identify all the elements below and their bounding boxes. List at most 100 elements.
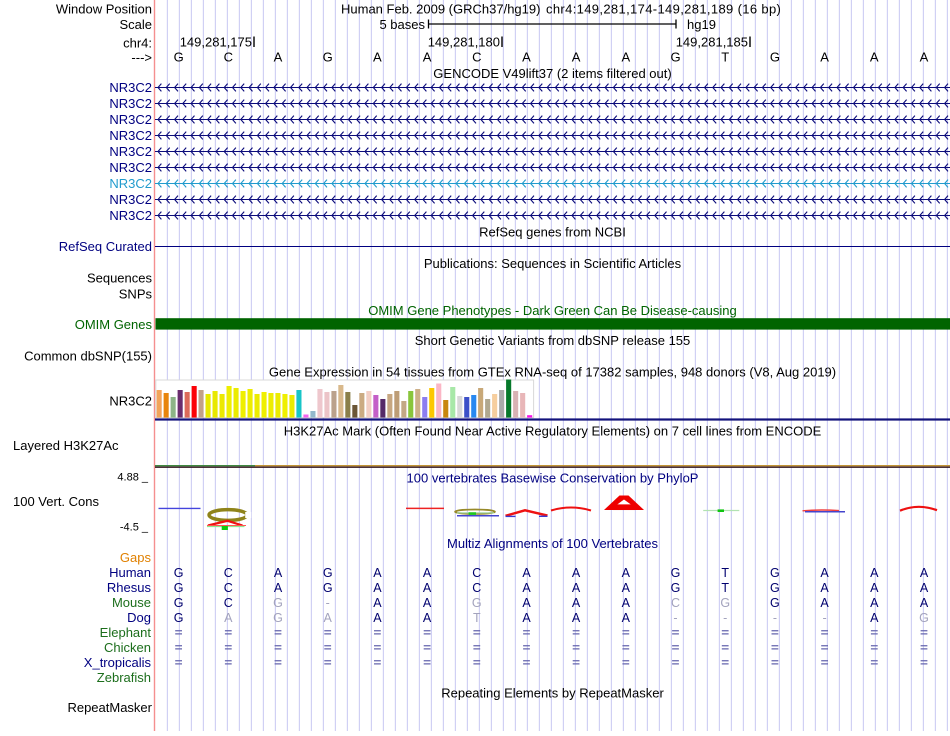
svg-text:C: C [671, 596, 680, 610]
svg-text:T: T [721, 566, 729, 580]
svg-text:G: G [671, 581, 681, 595]
svg-text:G: G [174, 596, 184, 610]
svg-text:A: A [324, 611, 333, 625]
svg-text:NR3C2: NR3C2 [109, 144, 152, 159]
svg-text:C: C [472, 49, 481, 64]
svg-text:100 Vert. Cons: 100 Vert. Cons [13, 494, 99, 509]
svg-text:4.88 _: 4.88 _ [117, 472, 148, 484]
svg-text:X_tropicalis: X_tropicalis [84, 655, 152, 670]
svg-text:Zebrafish: Zebrafish [97, 670, 151, 685]
svg-text:Multiz Alignments of 100 Verte: Multiz Alignments of 100 Vertebrates [447, 536, 659, 551]
svg-text:OMIM Gene Phenotypes - Dark Gr: OMIM Gene Phenotypes - Dark Green Can Be… [368, 303, 737, 318]
svg-text:hg19: hg19 [687, 17, 716, 32]
svg-text:A: A [870, 49, 879, 64]
svg-text:Window Position: Window Position [56, 2, 152, 17]
svg-text:NR3C2: NR3C2 [109, 192, 152, 207]
svg-text:A: A [423, 611, 432, 625]
svg-text:100 vertebrates Basewise Conse: 100 vertebrates Basewise Conservation by… [407, 471, 699, 486]
svg-text:A: A [820, 596, 829, 610]
svg-text:--->: ---> [131, 50, 152, 65]
svg-text:C: C [472, 581, 481, 595]
svg-text:NR3C2: NR3C2 [109, 208, 152, 223]
svg-text:T: T [721, 49, 729, 64]
svg-text:NR3C2: NR3C2 [109, 160, 152, 175]
svg-text:A: A [522, 581, 531, 595]
svg-text:A: A [274, 49, 283, 64]
svg-text:NR3C2: NR3C2 [109, 394, 152, 409]
svg-text:149,281,175: 149,281,175 [180, 35, 252, 50]
svg-text:G: G [174, 581, 184, 595]
svg-text:Scale: Scale [119, 17, 152, 32]
svg-text:A: A [920, 596, 929, 610]
svg-text:A: A [870, 581, 879, 595]
svg-text:A: A [920, 581, 929, 595]
svg-text:5 bases: 5 bases [379, 17, 425, 32]
svg-text:Publications: Sequences in Sci: Publications: Sequences in Scientific Ar… [424, 256, 682, 271]
svg-text:A: A [522, 596, 531, 610]
svg-text:G: G [770, 596, 780, 610]
svg-text:-: - [673, 611, 677, 625]
svg-text:C: C [224, 581, 233, 595]
svg-text:-: - [723, 611, 727, 625]
svg-text:A: A [522, 611, 531, 625]
svg-text:-: - [326, 596, 330, 610]
svg-text:SNPs: SNPs [119, 287, 153, 302]
svg-text:A: A [820, 566, 829, 580]
svg-text:G: G [174, 611, 184, 625]
svg-text:A: A [572, 596, 581, 610]
svg-text:A: A [572, 566, 581, 580]
svg-text:A: A [423, 596, 432, 610]
svg-text:A: A [423, 566, 432, 580]
svg-text:A: A [423, 581, 432, 595]
svg-text:A: A [920, 566, 929, 580]
svg-text:Gene Expression in 54 tissues: Gene Expression in 54 tissues from GTEx … [269, 365, 836, 380]
svg-text:G: G [273, 596, 283, 610]
svg-text:149,281,185: 149,281,185 [676, 35, 748, 50]
svg-text:A: A [224, 611, 233, 625]
svg-text:A: A [373, 49, 382, 64]
svg-text:A: A [522, 566, 531, 580]
svg-text:-: - [823, 611, 827, 625]
svg-text:Dog: Dog [127, 610, 151, 625]
svg-text:A: A [870, 611, 879, 625]
svg-text:C: C [472, 566, 481, 580]
svg-text:G: G [671, 566, 681, 580]
svg-text:A: A [274, 566, 283, 580]
svg-text:Chicken: Chicken [104, 640, 151, 655]
svg-text:A: A [622, 566, 631, 580]
svg-text:RefSeq genes from NCBI: RefSeq genes from NCBI [479, 225, 626, 240]
svg-text:G: G [770, 566, 780, 580]
svg-text:A: A [423, 49, 432, 64]
svg-text:A: A [373, 611, 382, 625]
svg-text:149,281,180: 149,281,180 [428, 35, 500, 50]
svg-text:NR3C2: NR3C2 [109, 128, 152, 143]
svg-text:NR3C2: NR3C2 [109, 176, 152, 191]
svg-text:G: G [472, 596, 482, 610]
svg-text:A: A [373, 566, 382, 580]
svg-text:NR3C2: NR3C2 [109, 96, 152, 111]
svg-text:A: A [274, 581, 283, 595]
svg-text:G: G [174, 49, 184, 64]
svg-text:-4.5 _: -4.5 _ [120, 522, 149, 534]
svg-text:Human: Human [109, 565, 151, 580]
svg-text:G: G [770, 581, 780, 595]
svg-text:A: A [373, 581, 382, 595]
svg-text:A: A [572, 581, 581, 595]
svg-text:Rhesus: Rhesus [107, 580, 152, 595]
svg-text:Short Genetic Variants from db: Short Genetic Variants from dbSNP releas… [415, 333, 691, 348]
svg-text:Layered H3K27Ac: Layered H3K27Ac [13, 438, 119, 453]
svg-text:RepeatMasker: RepeatMasker [67, 700, 152, 715]
svg-text:T: T [721, 581, 729, 595]
svg-text:chr4:: chr4: [123, 36, 152, 51]
svg-text:Human Feb. 2009 (GRCh37/hg19): Human Feb. 2009 (GRCh37/hg19) [341, 2, 540, 17]
svg-text:C: C [224, 49, 233, 64]
svg-text:G: G [323, 581, 333, 595]
svg-text:A: A [572, 611, 581, 625]
svg-text:A: A [920, 49, 929, 64]
svg-text:C: C [224, 596, 233, 610]
svg-text:G: G [670, 49, 680, 64]
svg-text:G: G [323, 566, 333, 580]
svg-text:A: A [622, 611, 631, 625]
svg-text:G: G [273, 611, 283, 625]
svg-text:RefSeq Curated: RefSeq Curated [59, 239, 152, 254]
